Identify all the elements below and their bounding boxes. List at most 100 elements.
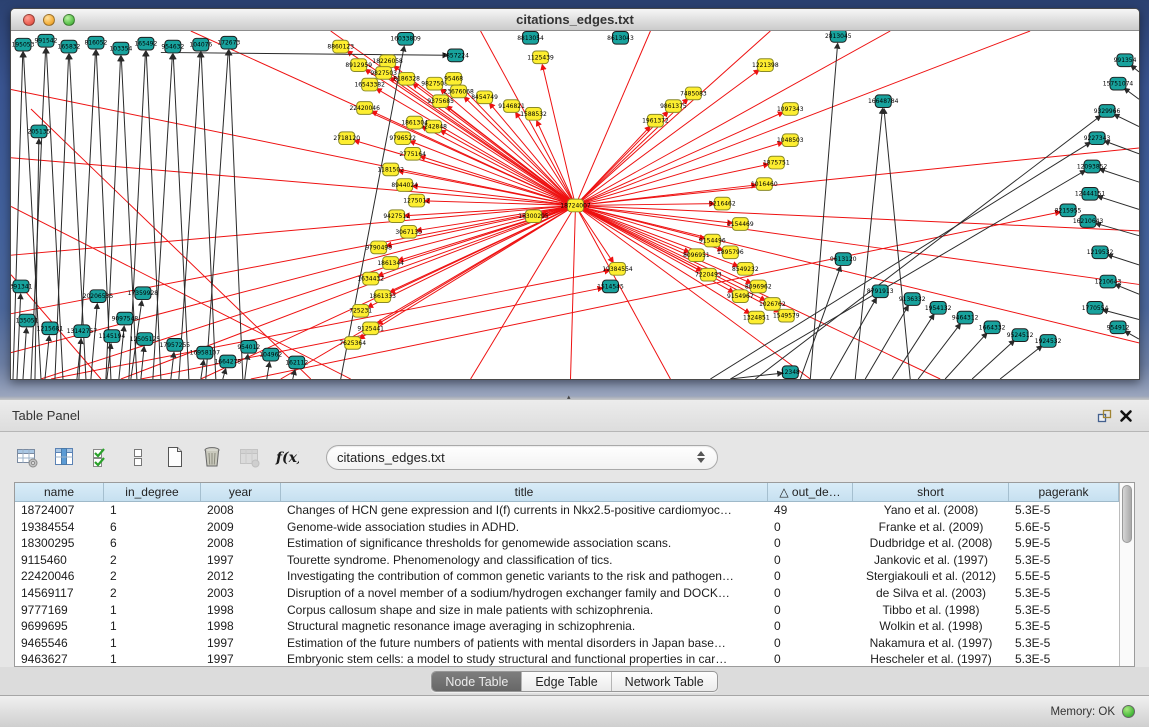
- graph-node[interactable]: 8912959: [345, 59, 372, 72]
- graph-node[interactable]: 9146821: [498, 100, 525, 113]
- graph-node[interactable]: 8860123: [327, 40, 354, 53]
- table-row[interactable]: 946554611997Estimation of the future num…: [15, 635, 1119, 652]
- graph-node[interactable]: 9790498: [365, 241, 392, 254]
- graph-node[interactable]: 991542: [35, 34, 58, 47]
- select-all-button[interactable]: [88, 444, 114, 470]
- graph-node[interactable]: 1875751: [763, 156, 790, 169]
- graph-node[interactable]: 9227343: [1084, 132, 1111, 145]
- graph-node[interactable]: 1219532: [1087, 246, 1114, 259]
- table-row[interactable]: 2242004622012Investigating the contribut…: [15, 568, 1119, 585]
- graph-node[interactable]: 9524512: [1007, 329, 1034, 342]
- graph-node[interactable]: 7485083: [680, 87, 707, 100]
- function-builder-button[interactable]: f(x): [273, 444, 299, 470]
- graph-node[interactable]: 725231: [349, 304, 372, 317]
- graph-node[interactable]: 3067130: [395, 225, 422, 238]
- graph-node[interactable]: 16648784: [868, 95, 899, 108]
- graph-node[interactable]: 103354: [109, 42, 132, 55]
- new-table-button[interactable]: [162, 444, 188, 470]
- table-row[interactable]: 977716911998Corpus callosum shape and si…: [15, 602, 1119, 619]
- column-header-in-degree[interactable]: in_degree: [104, 483, 201, 501]
- graph-node[interactable]: 12348: [781, 366, 800, 379]
- graph-node[interactable]: 2813045: [825, 31, 852, 42]
- graph-node[interactable]: 7625364: [339, 337, 366, 350]
- graph-node[interactable]: 1145194: [99, 330, 126, 343]
- panel-splitter[interactable]: ▴: [0, 396, 1149, 400]
- graph-node[interactable]: 104962: [259, 348, 282, 361]
- graph-node[interactable]: 1664332: [979, 321, 1006, 334]
- graph-node[interactable]: 104076: [189, 38, 212, 51]
- table-row[interactable]: 1938455462009Genome-wide association stu…: [15, 519, 1119, 536]
- table-row[interactable]: 946362711997Embryonic stem cells: a mode…: [15, 651, 1119, 666]
- graph-node[interactable]: 13142757: [67, 325, 98, 338]
- graph-node[interactable]: 1324851: [743, 311, 770, 324]
- column-header-title[interactable]: title: [281, 483, 768, 501]
- graph-node[interactable]: 15751074: [1103, 77, 1134, 90]
- graph-node[interactable]: 816052: [85, 36, 108, 49]
- graph-node[interactable]: 135051: [16, 314, 39, 327]
- network-window-titlebar[interactable]: citations_edges.txt: [11, 9, 1139, 31]
- delete-table-button[interactable]: [236, 444, 262, 470]
- graph-node[interactable]: 9216462: [709, 197, 736, 210]
- table-row[interactable]: 969969511998Structural magnetic resonanc…: [15, 618, 1119, 635]
- table-row[interactable]: 1456911722003Disruption of a novel membe…: [15, 585, 1119, 602]
- graph-node[interactable]: 2775164: [399, 147, 426, 160]
- select-column-button[interactable]: [51, 444, 77, 470]
- graph-node[interactable]: 1215681: [37, 322, 64, 335]
- unselect-all-button[interactable]: [125, 444, 151, 470]
- graph-node[interactable]: 9464312: [952, 311, 979, 324]
- graph-node[interactable]: 954632: [161, 40, 184, 53]
- graph-node[interactable]: 165492: [134, 37, 157, 50]
- graph-node[interactable]: 16543382: [354, 78, 385, 91]
- graph-node[interactable]: 12444151: [1075, 187, 1106, 200]
- float-panel-button[interactable]: [1093, 406, 1115, 426]
- graph-node[interactable]: 12093852: [1077, 160, 1108, 173]
- graph-node[interactable]: 991354: [1114, 54, 1137, 67]
- network-canvas[interactable]: 1872400788601238912959182260589827503165…: [11, 31, 1139, 379]
- graph-node[interactable]: 16958107: [190, 346, 221, 359]
- table-selector-dropdown[interactable]: citations_edges.txt: [326, 445, 718, 470]
- graph-node[interactable]: 20206535: [83, 290, 114, 303]
- graph-node[interactable]: 205135: [28, 125, 51, 138]
- graph-node[interactable]: 1861344: [377, 257, 404, 270]
- column-header-pagerank[interactable]: pagerank: [1009, 483, 1119, 501]
- table-row[interactable]: 1872400712008Changes of HCN gene express…: [15, 502, 1119, 519]
- column-header-name[interactable]: name: [15, 483, 104, 501]
- table-scrollbar[interactable]: [1119, 483, 1134, 666]
- tab-network-table[interactable]: Network Table: [612, 672, 717, 691]
- graph-node[interactable]: 1210643: [1095, 275, 1122, 288]
- graph-node[interactable]: 8813054: [517, 31, 544, 44]
- graph-node[interactable]: 2718120: [333, 132, 360, 145]
- column-header-year[interactable]: year: [201, 483, 281, 501]
- graph-node[interactable]: 1275012: [403, 194, 430, 207]
- graph-node[interactable]: 162112: [285, 356, 308, 369]
- graph-node[interactable]: 22420046: [349, 102, 380, 115]
- tab-edge-table[interactable]: Edge Table: [522, 672, 611, 691]
- graph-node[interactable]: 17957255: [160, 339, 191, 352]
- graph-node[interactable]: 1514545: [597, 280, 624, 293]
- graph-node[interactable]: 9796522: [389, 132, 416, 145]
- graph-node[interactable]: 954012: [237, 340, 260, 353]
- graph-node[interactable]: 16210643: [1073, 215, 1104, 228]
- graph-node[interactable]: 1770554: [1082, 302, 1109, 315]
- graph-node[interactable]: 1924532: [1035, 335, 1062, 348]
- graph-node[interactable]: 8215955: [1055, 204, 1082, 217]
- graph-node[interactable]: 1125439: [527, 51, 554, 64]
- graph-node[interactable]: 391341: [11, 280, 33, 293]
- graph-node[interactable]: 8791913: [867, 285, 894, 298]
- graph-node[interactable]: 9861375: [660, 100, 687, 113]
- graph-node[interactable]: 8944024: [391, 179, 418, 192]
- graph-node[interactable]: 1048503: [777, 134, 804, 147]
- graph-node[interactable]: 165832: [58, 40, 81, 53]
- close-panel-button[interactable]: [1115, 406, 1137, 426]
- table-settings-button[interactable]: [14, 444, 40, 470]
- graph-node[interactable]: 7857224: [442, 49, 469, 62]
- column-header-out-degree-sorted[interactable]: △ out_de…: [768, 483, 853, 501]
- graph-node[interactable]: 8613043: [607, 31, 634, 44]
- graph-node[interactable]: 8549232: [732, 263, 759, 276]
- delete-rows-button[interactable]: [199, 444, 225, 470]
- graph-node[interactable]: 1016460: [751, 178, 778, 191]
- tab-node-table[interactable]: Node Table: [432, 672, 522, 691]
- graph-node[interactable]: 8096951: [683, 249, 710, 262]
- graph-node[interactable]: 1221398: [752, 59, 779, 72]
- graph-node[interactable]: 1895796: [717, 246, 744, 259]
